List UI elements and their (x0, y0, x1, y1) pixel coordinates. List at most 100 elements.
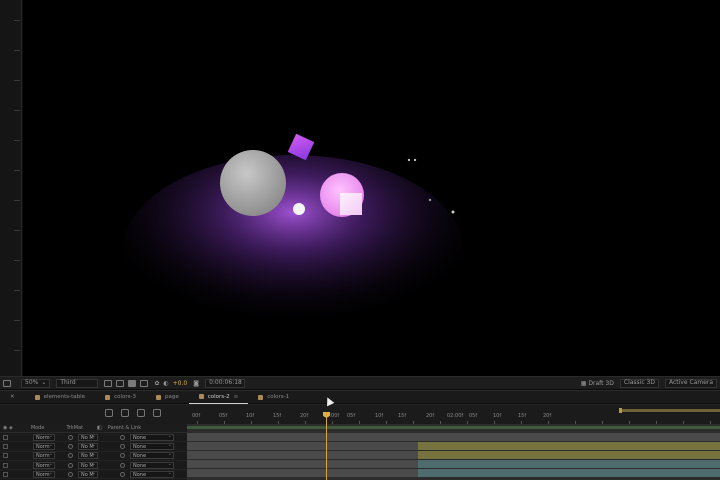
panel-menu-icon[interactable]: ✕ (0, 391, 25, 404)
layer-bar[interactable] (418, 460, 720, 468)
ruler-label: 15f (398, 413, 407, 419)
trkmat-icon[interactable] (68, 453, 73, 459)
layer-bar[interactable] (418, 451, 720, 459)
mode-column-label[interactable]: Mode (31, 425, 45, 431)
layer-bar[interactable] (418, 442, 720, 450)
active-camera-dropdown[interactable]: Active Camera (664, 378, 717, 388)
layer-row[interactable]: Norm No M None (0, 470, 187, 480)
color-wheel-icon[interactable]: ✿ (154, 380, 159, 387)
ruler-label: 20f (543, 413, 552, 419)
pickwhip-icon[interactable] (120, 453, 125, 459)
ruler-label: 05f (469, 413, 478, 419)
pickwhip-icon[interactable] (120, 434, 125, 440)
exposure-value[interactable]: +0.0 (173, 380, 188, 387)
timeline-tracks[interactable] (187, 424, 720, 480)
trkmat-dropdown[interactable]: No M (78, 470, 98, 478)
grey-sphere (220, 150, 286, 216)
shy-icon[interactable] (105, 409, 113, 417)
viewer-options-icon[interactable] (3, 379, 11, 387)
grid-icon[interactable] (104, 379, 113, 387)
ruler-label: 15f (518, 413, 527, 419)
layer-bar[interactable] (418, 469, 720, 477)
region-icon[interactable] (128, 379, 137, 387)
ruler-label: 20f (426, 413, 435, 419)
layer-row[interactable]: Norm No M None (0, 433, 187, 443)
layer-bar[interactable] (187, 469, 418, 477)
tab-colors-2[interactable]: colors-2 ≡ (188, 391, 249, 404)
composition-icon (105, 394, 111, 400)
parent-dropdown[interactable]: None (130, 461, 174, 469)
pickwhip-icon[interactable] (120, 462, 125, 468)
frame-blend-icon[interactable] (121, 409, 129, 417)
mode-dropdown[interactable]: Norm (33, 442, 55, 450)
zoom-dropdown[interactable]: 50% ⌄ (21, 378, 51, 388)
snapshot-icon[interactable]: ◙ (193, 380, 199, 387)
timecode-field[interactable]: 0:00:06:18 (205, 378, 246, 388)
visibility-icon[interactable] (3, 453, 8, 459)
tab-colors-1[interactable]: colors-1 (248, 391, 299, 404)
graph-editor-icon[interactable] (153, 409, 161, 417)
mode-dropdown[interactable]: Norm (33, 470, 55, 478)
light-square (340, 193, 362, 215)
particle (413, 158, 417, 162)
mode-dropdown[interactable]: Norm (33, 461, 55, 469)
parent-icons: ◧ (97, 425, 102, 431)
parent-dropdown[interactable]: None (130, 470, 174, 478)
particle (428, 198, 432, 202)
layer-bar[interactable] (187, 433, 720, 441)
trkmat-column-label[interactable]: TrkMat (66, 425, 83, 431)
visibility-icon[interactable] (3, 443, 8, 449)
viewer-toolbar: 50% ⌄ Third ✿ ◐ +0.0 ◙ 0:00:06:18 ▦ Draft … (0, 376, 720, 389)
ruler-label: 10f (493, 413, 502, 419)
composition-canvas (123, 133, 463, 345)
layer-bar[interactable] (187, 451, 418, 459)
composition-viewer[interactable] (23, 0, 720, 376)
ruler-label: 00f (192, 413, 201, 419)
layer-bar[interactable] (187, 460, 418, 468)
parent-dropdown[interactable]: None (130, 433, 174, 441)
tab-elements-table[interactable]: elements-table (25, 391, 95, 404)
layer-row[interactable]: Norm No M None (0, 461, 187, 471)
renderer-value: Classic 3D (623, 379, 655, 386)
layer-list: Norm No M None Norm No M None Norm No M … (0, 433, 187, 480)
time-ruler[interactable]: 00f 05f 10f 15f 20f 01:00f 05f 10f 15f 2… (187, 405, 720, 425)
draft-3d-label[interactable]: Draft 3D (588, 380, 613, 387)
ruler-label: 05f (219, 413, 228, 419)
parent-column-label[interactable]: Parent & Link (108, 425, 141, 431)
visibility-icon[interactable] (3, 434, 8, 440)
trkmat-icon[interactable] (68, 462, 73, 468)
pickwhip-icon[interactable] (120, 471, 125, 477)
visibility-icon[interactable] (3, 471, 8, 477)
layer-bar[interactable] (187, 442, 418, 450)
renderer-dropdown[interactable]: Classic 3D (619, 378, 659, 388)
trkmat-icon[interactable] (68, 471, 73, 477)
parent-dropdown[interactable]: None (130, 451, 174, 460)
camera-view-dropdown[interactable]: Third (56, 378, 99, 388)
trkmat-dropdown[interactable]: No M (78, 461, 98, 469)
tab-label: colors-2 (207, 393, 230, 400)
tab-label: colors-3 (114, 394, 136, 400)
trkmat-icon[interactable] (68, 443, 73, 449)
mode-dropdown[interactable]: Norm (33, 451, 55, 460)
layer-row[interactable]: Norm No M None (0, 442, 187, 452)
exposure-icon[interactable]: ◐ (163, 380, 168, 387)
work-area-bar[interactable] (619, 408, 720, 413)
mask-icon[interactable] (116, 379, 125, 387)
parent-dropdown[interactable]: None (130, 442, 174, 450)
trkmat-icon[interactable] (68, 434, 73, 440)
layer-row[interactable]: Norm No M None (0, 451, 187, 461)
pickwhip-icon[interactable] (120, 443, 125, 449)
transparency-icon[interactable] (140, 379, 149, 387)
visibility-icon[interactable] (3, 462, 8, 468)
mode-dropdown[interactable]: Norm (33, 433, 55, 441)
trkmat-dropdown[interactable]: No M (78, 442, 98, 450)
motion-blur-icon[interactable] (137, 409, 145, 417)
composition-icon (34, 394, 40, 400)
tab-page[interactable]: page (146, 391, 189, 404)
camera-view-value: Third (60, 379, 76, 386)
trkmat-dropdown[interactable]: No M (78, 433, 98, 441)
tab-colors-3[interactable]: colors-3 (95, 391, 146, 404)
trkmat-dropdown[interactable]: No M (78, 451, 98, 460)
tab-menu-icon[interactable]: ≡ (234, 394, 239, 400)
composition-tabs: ✕ elements-table colors-3 page colors-2 ≡… (0, 390, 720, 404)
